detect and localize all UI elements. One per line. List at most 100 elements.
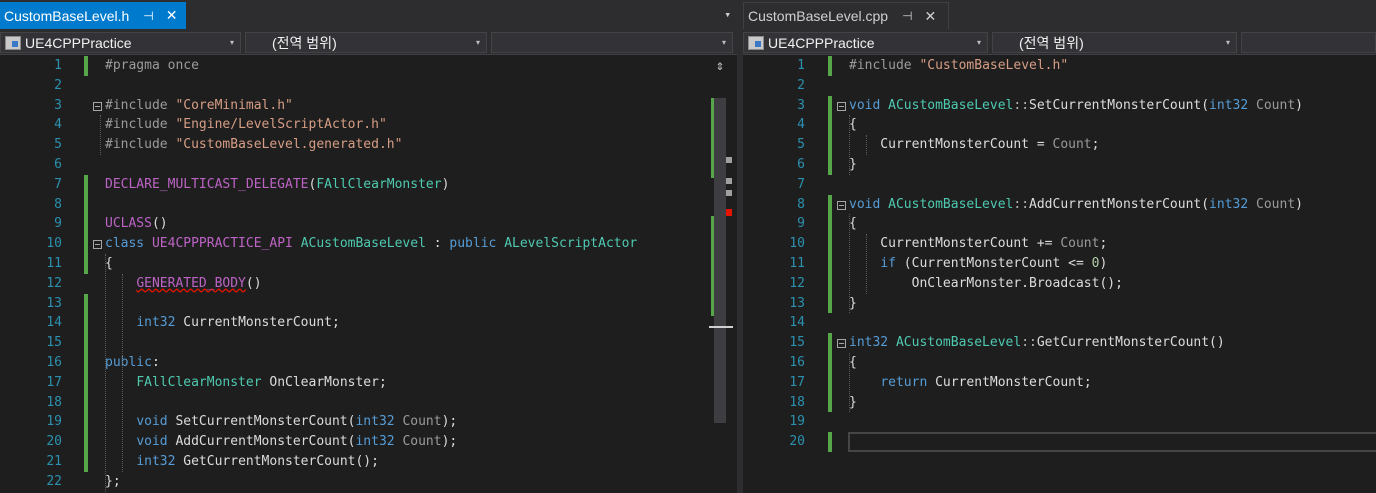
line-number: 17 — [789, 374, 805, 390]
collapse-toggle[interactable] — [837, 339, 846, 349]
left-tab-bar: CustomBaseLevel.h ⊣ ✕ ▾ — [0, 0, 737, 30]
split-editor-icon[interactable]: ⇕ — [711, 57, 729, 75]
code-token: public — [449, 236, 505, 252]
code-line[interactable]: 9 UCLASS() — [0, 214, 737, 234]
line-number: 14 — [46, 315, 62, 331]
code-line[interactable]: 3 #include "CoreMinimal.h" — [0, 96, 737, 116]
code-line[interactable]: 14 — [743, 313, 1376, 333]
code-line[interactable]: 12 GENERATED_BODY() — [0, 274, 737, 294]
code-line[interactable]: 13 — [0, 294, 737, 314]
code-line[interactable]: 6} — [743, 155, 1376, 175]
code-line[interactable]: 15 — [0, 333, 737, 353]
code-line[interactable]: 18 — [0, 393, 737, 413]
code-line[interactable]: 5 CurrentMonsterCount = Count; — [743, 135, 1376, 155]
code-line[interactable]: 7 — [743, 175, 1376, 195]
code-line[interactable]: 22}; — [0, 472, 737, 492]
line-number: 4 — [797, 117, 805, 133]
scrollbar-thumb[interactable] — [714, 98, 726, 423]
code-line[interactable]: 12 OnClearMonster.Broadcast(); — [743, 274, 1376, 294]
code-line[interactable]: 16 { — [743, 353, 1376, 373]
pin-icon[interactable]: ⊣ — [902, 9, 912, 23]
code-token: int32 — [1209, 97, 1249, 113]
code-line[interactable]: 1 #pragma once — [0, 56, 737, 76]
close-icon[interactable]: ✕ — [925, 8, 937, 25]
code-text: void ACustomBaseLevel::SetCurrentMonster… — [849, 96, 1303, 116]
indent-guide — [849, 115, 850, 175]
cpp-code-editor[interactable]: 1 #include "CustomBaseLevel.h" 2 3 void ACus… — [743, 56, 1376, 493]
code-text: int32 GetCurrentMonsterCount(); — [105, 452, 379, 472]
code-line[interactable]: 2 — [0, 76, 737, 96]
code-token: ) — [1295, 196, 1303, 212]
collapse-toggle[interactable] — [93, 240, 102, 250]
line-number: 13 — [789, 295, 805, 311]
scope-selector[interactable]: (전역 범위) ▾ — [245, 32, 487, 53]
code-token: #include — [105, 137, 176, 153]
code-line[interactable]: 7 DECLARE_MULTICAST_DELEGATE(FAllClearMon… — [0, 175, 737, 195]
code-text: DECLARE_MULTICAST_DELEGATE(FAllClearMons… — [105, 175, 449, 195]
project-icon — [5, 35, 21, 50]
code-line[interactable]: 6 — [0, 155, 737, 175]
code-line[interactable]: 4 #include "Engine/LevelScriptActor.h" — [0, 115, 737, 135]
member-selector[interactable] — [1241, 32, 1376, 53]
scroll-change-marker — [711, 98, 714, 178]
code-line[interactable]: 17 return CurrentMonsterCount; — [743, 373, 1376, 393]
header-code-editor[interactable]: 1 #pragma once 2 3 #include "CoreMinimal.h" 4… — [0, 56, 737, 493]
code-line[interactable]: 11 if (CurrentMonsterCount <= 0) — [743, 254, 1376, 274]
collapse-toggle[interactable] — [837, 101, 846, 111]
change-indicator — [828, 56, 832, 76]
code-token: () — [151, 216, 168, 232]
member-selector[interactable]: ▾ — [491, 32, 733, 53]
code-text: UCLASS() — [105, 214, 168, 234]
code-token: SetCurrentMonsterCount( — [167, 414, 356, 430]
code-line[interactable]: 1 #include "CustomBaseLevel.h" — [743, 56, 1376, 76]
code-text: void AddCurrentMonsterCount(int32 Count)… — [105, 432, 457, 452]
code-token: ; — [1091, 137, 1100, 153]
line-number: 8 — [797, 196, 805, 212]
code-line[interactable]: 14 int32 CurrentMonsterCount; — [0, 313, 737, 333]
code-token: : — [151, 355, 160, 370]
line-number: 18 — [46, 394, 62, 410]
code-line[interactable]: 2 — [743, 76, 1376, 96]
code-line[interactable]: 19 void SetCurrentMonsterCount(int32 Cou… — [0, 412, 737, 432]
change-indicator — [828, 194, 832, 314]
code-line[interactable]: 16 public: — [0, 353, 737, 373]
scroll-marker — [726, 157, 732, 163]
tab-overflow-dropdown-icon[interactable]: ▾ — [724, 8, 731, 21]
scope-selector[interactable]: (전역 범위) ▾ — [992, 32, 1237, 53]
code-line[interactable]: 11 { — [0, 254, 737, 274]
code-token: { — [849, 117, 857, 133]
current-line-highlight — [848, 432, 1376, 453]
code-line[interactable]: 8 — [0, 195, 737, 215]
project-selector[interactable]: UE4CPPPractice ▾ — [0, 32, 241, 53]
code-line[interactable]: 10 CurrentMonsterCount += Count; — [743, 234, 1376, 254]
code-token: GetCurrentMonsterCount() — [1036, 335, 1225, 351]
code-line[interactable]: 13} — [743, 294, 1376, 314]
code-line[interactable]: 10 class UE4CPPPRACTICE_API ACustomBaseLe… — [0, 234, 737, 254]
code-line[interactable]: 20 void AddCurrentMonsterCount(int32 Cou… — [0, 432, 737, 452]
close-icon[interactable]: ✕ — [166, 7, 178, 24]
collapse-toggle[interactable] — [93, 101, 102, 111]
project-selector[interactable]: UE4CPPPractice ▾ — [743, 32, 988, 53]
line-number: 12 — [46, 275, 62, 291]
pin-icon[interactable]: ⊣ — [143, 9, 153, 23]
collapse-toggle[interactable] — [837, 200, 846, 210]
scroll-error-marker — [726, 209, 732, 216]
code-line[interactable]: 19 — [743, 412, 1376, 432]
code-token: AddCurrentMonsterCount( — [167, 434, 356, 450]
tab-title: CustomBaseLevel.h — [4, 7, 130, 24]
code-line[interactable]: 17 FAllClearMonster OnClearMonster; — [0, 373, 737, 393]
code-line[interactable]: 21 int32 GetCurrentMonsterCount(); — [0, 452, 737, 472]
code-line[interactable]: 5 #include "CustomBaseLevel.generated.h" — [0, 135, 737, 155]
code-line[interactable]: 18} — [743, 393, 1376, 413]
code-line[interactable]: 4{ — [743, 115, 1376, 135]
tab-custombaselevel-h[interactable]: CustomBaseLevel.h ⊣ ✕ — [0, 2, 186, 29]
code-token: "CoreMinimal.h" — [175, 97, 293, 113]
tab-custombaselevel-cpp[interactable]: CustomBaseLevel.cpp ⊣ ✕ — [743, 2, 949, 29]
indent-guide — [849, 353, 850, 413]
code-token: Count — [402, 434, 442, 450]
code-line[interactable]: 9{ — [743, 214, 1376, 234]
code-text: }; — [105, 472, 121, 492]
